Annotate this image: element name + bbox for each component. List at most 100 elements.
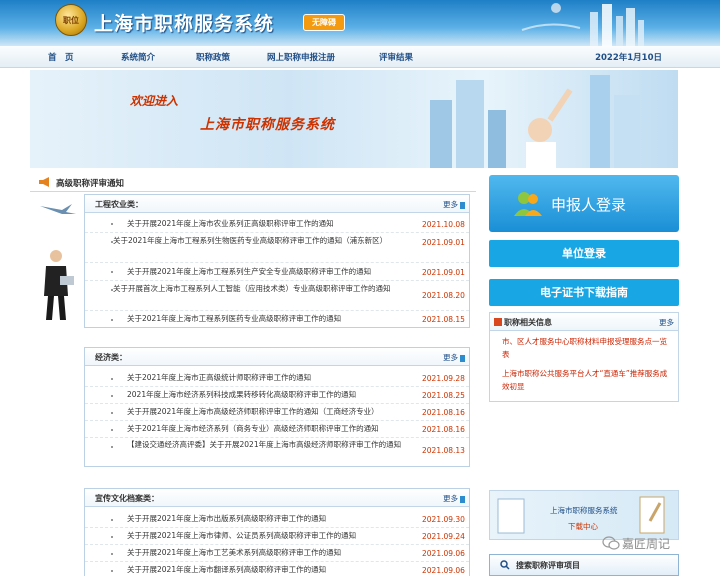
news-title[interactable]: 关于开展2021年度上海市农业系列正高级职称评审工作的通知 [127, 217, 397, 231]
related-info-box: 职称相关信息 更多 市、区人才服务中心职称材料申报受理服务点一览表 上海市职称公… [489, 312, 679, 402]
list-item[interactable]: 关于2021年度上海市正高级统计师职称评审工作的通知 2021.09.28 [85, 370, 469, 387]
bullet-icon [111, 536, 113, 538]
search-review-projects[interactable]: 搜索职称评审项目 [489, 554, 679, 576]
news-date: 2021.09.30 [422, 515, 465, 524]
news-title[interactable]: 关于开展2021年度上海市高级经济师职称评审工作的通知（工商经济专业） [127, 405, 417, 419]
wechat-watermark: 嘉匠周记 [600, 532, 718, 554]
e-certificate-guide-button[interactable]: 电子证书下载指南 [489, 279, 679, 306]
promo-subtitle: 下载中心 [568, 522, 598, 531]
news-date: 2021.08.15 [422, 315, 465, 324]
more-link[interactable]: 更多 [443, 199, 465, 210]
news-date: 2021.09.01 [422, 268, 465, 277]
list-item[interactable]: 2021年度上海市经济系列科技成果转移转化高级职称评审工作的通知 2021.08… [85, 387, 469, 404]
more-arrow-icon [460, 201, 465, 209]
promo-title: 上海市职称服务系统 [550, 506, 618, 515]
accessibility-button[interactable]: 无障碍 [303, 14, 345, 31]
news-date: 2021.08.25 [422, 391, 465, 400]
list-item[interactable]: 关于开展2021年度上海市工程系列生产安全专业高级职称评审工作的通知 2021.… [85, 263, 469, 281]
news-title[interactable]: 关于开展2021年度上海市出版系列高级职称评审工作的通知 [127, 512, 397, 526]
category-header: 经济类： 更多 [85, 348, 469, 366]
welcome-banner: 欢迎进入 上海市职称服务系统 [30, 70, 678, 168]
list-item[interactable]: 关于2021年度上海市工程系列医药专业高级职称评审工作的通知 2021.08.1… [85, 311, 469, 327]
banner-welcome-text: 欢迎进入 [130, 94, 179, 108]
category-economics: 经济类： 更多 关于2021年度上海市正高级统计师职称评审工作的通知 2021.… [84, 347, 470, 467]
list-item[interactable]: 关于开展2021年度上海市出版系列高级职称评审工作的通知 2021.09.30 [85, 511, 469, 528]
category-header: 工程农业类： 更多 [85, 195, 469, 213]
nav-review-results[interactable]: 评审结果 [379, 51, 413, 63]
more-arrow-icon [460, 354, 465, 362]
declarant-login-button[interactable]: 申报人登录 [489, 175, 679, 232]
site-header: 职位 上海市职称服务系统 无障碍 [0, 0, 720, 46]
megaphone-icon [39, 177, 49, 187]
news-date: 2021.10.08 [422, 220, 465, 229]
info-item[interactable]: 上海市职称公共服务平台人才“直通车”推荐服务成效初显 [502, 367, 674, 393]
news-title[interactable]: 关于开展首次上海市工程系列人工智能（应用技术类）专业高级职称评审工作的通知 [113, 282, 399, 296]
list-item[interactable]: 关于开展2021年度上海市高级经济师职称评审工作的通知（工商经济专业） 2021… [85, 404, 469, 421]
news-date: 2021.08.20 [422, 291, 465, 300]
users-icon [514, 192, 542, 216]
list-item[interactable]: 关于开展2021年度上海市翻译系列高级职称评审工作的通知 2021.09.06 [85, 562, 469, 577]
site-title: 上海市职称服务系统 [94, 13, 275, 35]
news-date: 2021.09.01 [422, 238, 465, 247]
list-item[interactable]: 【建设交通经济高评委】关于开展2021年度上海市高级经济师职称评审工作的通知 2… [85, 438, 469, 466]
site-logo[interactable]: 职位 [55, 4, 87, 36]
bullet-icon [111, 319, 113, 321]
news-title[interactable]: 2021年度上海市经济系列科技成果转移转化高级职称评审工作的通知 [127, 388, 397, 402]
info-title: 职称相关信息 [504, 318, 552, 327]
category-title: 宣传文化档案类： [95, 494, 159, 503]
news-date: 2021.09.28 [422, 374, 465, 383]
unit-login-button[interactable]: 单位登录 [489, 240, 679, 267]
news-title[interactable]: 关于2021年度上海市工程系列生物医药专业高级职称评审工作的通知（浦东新区） [113, 234, 399, 248]
news-title[interactable]: 关于2021年度上海市经济系列（商务专业）高级经济师职称评审工作的通知 [127, 422, 417, 436]
senior-title-review-notices: 高级职称评审通知 工程农业类： 更多 关于开展2021年度上海市农业系列正高级职… [30, 172, 476, 576]
login-sidebar: 申报人登录 单位登录 电子证书下载指南 职称相关信息 更多 市、区人才服务中心职… [488, 172, 682, 576]
list-item[interactable]: 关于2021年度上海市经济系列（商务专业）高级经济师职称评审工作的通知 2021… [85, 421, 469, 438]
bullet-icon [111, 519, 113, 521]
category-title: 工程农业类： [95, 200, 143, 209]
watermark-text: 嘉匠周记 [622, 537, 671, 551]
list-item[interactable]: 关于开展2021年度上海市律师、公证员系列高级职称评审工作的通知 2021.09… [85, 528, 469, 545]
news-date: 2021.09.06 [422, 549, 465, 558]
info-item[interactable]: 市、区人才服务中心职称材料申报受理服务点一览表 [502, 335, 674, 361]
wechat-icon [602, 536, 620, 550]
news-date: 2021.09.24 [422, 532, 465, 541]
more-link[interactable]: 更多 [443, 352, 465, 363]
list-item[interactable]: 关于开展2021年度上海市工艺美术系列高级职称评审工作的通知 2021.09.0… [85, 545, 469, 562]
category-publicity-culture-archives: 宣传文化档案类： 更多 关于开展2021年度上海市出版系列高级职称评审工作的通知… [84, 488, 470, 576]
news-date: 2021.09.06 [422, 566, 465, 575]
banner-illustration [430, 75, 640, 168]
info-bullet-icon [494, 318, 502, 326]
news-title[interactable]: 【建设交通经济高评委】关于开展2021年度上海市高级经济师职称评审工作的通知 [127, 438, 413, 452]
declarant-login-label: 申报人登录 [551, 196, 627, 214]
news-date: 2021.08.16 [422, 408, 465, 417]
banner-system-name: 上海市职称服务系统 [200, 117, 335, 133]
list-item[interactable]: 关于开展首次上海市工程系列人工智能（应用技术类）专业高级职称评审工作的通知 20… [85, 281, 469, 311]
nav-home[interactable]: 首 页 [48, 51, 74, 63]
list-item[interactable]: 关于开展2021年度上海市农业系列正高级职称评审工作的通知 2021.10.08 [85, 215, 469, 233]
nav-online-registration[interactable]: 网上职称申报注册 [267, 51, 335, 63]
city-skyline-decoration [521, 3, 644, 46]
news-title[interactable]: 关于开展2021年度上海市翻译系列高级职称评审工作的通知 [127, 563, 397, 577]
category-header: 宣传文化档案类： 更多 [85, 489, 469, 507]
bullet-icon [111, 446, 113, 448]
news-title[interactable]: 关于开展2021年度上海市工艺美术系列高级职称评审工作的通知 [127, 546, 397, 560]
news-title[interactable]: 关于开展2021年度上海市律师、公证员系列高级职称评审工作的通知 [127, 529, 397, 543]
info-more-link[interactable]: 更多 [659, 317, 674, 328]
news-title[interactable]: 关于2021年度上海市正高级统计师职称评审工作的通知 [127, 371, 397, 385]
nav-title-policy[interactable]: 职称政策 [196, 51, 230, 63]
nav-system-intro[interactable]: 系统简介 [121, 51, 155, 63]
section-header: 高级职称评审通知 [30, 172, 476, 192]
search-label: 搜索职称评审项目 [516, 561, 580, 570]
search-icon [500, 560, 510, 570]
bullet-icon [111, 553, 113, 555]
category-engineering-agriculture: 工程农业类： 更多 关于开展2021年度上海市农业系列正高级职称评审工作的通知 … [84, 194, 470, 328]
bullet-icon [111, 223, 113, 225]
bullet-icon [111, 412, 113, 414]
more-arrow-icon [460, 495, 465, 503]
more-link[interactable]: 更多 [443, 493, 465, 504]
info-header: 职称相关信息 更多 [490, 313, 678, 331]
news-title[interactable]: 关于2021年度上海市工程系列医药专业高级职称评审工作的通知 [127, 312, 397, 326]
list-item[interactable]: 关于2021年度上海市工程系列生物医药专业高级职称评审工作的通知（浦东新区） 2… [85, 233, 469, 263]
news-date: 2021.08.16 [422, 425, 465, 434]
news-title[interactable]: 关于开展2021年度上海市工程系列生产安全专业高级职称评审工作的通知 [127, 265, 397, 279]
